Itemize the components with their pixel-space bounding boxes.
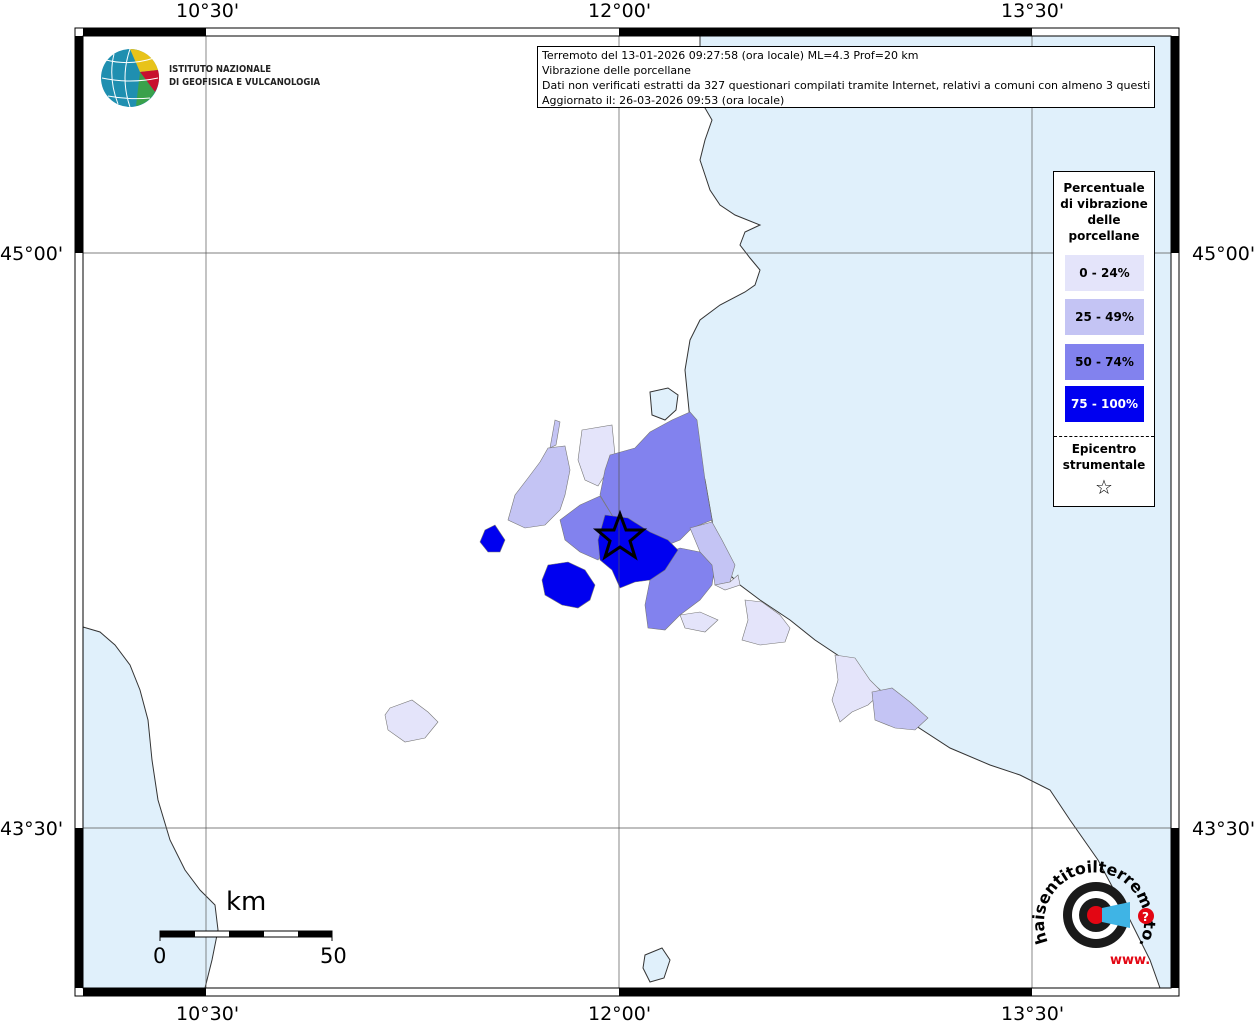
legend: Percentuale di vibrazione delle porcella…	[1053, 171, 1155, 507]
scale-max-label: 50	[320, 944, 347, 968]
lagoon	[649, 387, 679, 421]
y-tick-label: 45°00'	[0, 243, 64, 265]
x-tick-label: 13°30'	[1001, 1003, 1065, 1025]
legend-class: 0 - 24%	[1065, 255, 1144, 291]
y-tick-label: 43°30'	[0, 818, 64, 840]
svg-text:?: ?	[1142, 910, 1149, 924]
legend-class: 50 - 74%	[1065, 344, 1144, 380]
x-tick-label: 10°30'	[176, 0, 240, 22]
update-time: Aggiornato il: 26-03-2026 09:53 (ora loc…	[542, 94, 785, 107]
epicenter-label: Epicentro strumentale	[1062, 442, 1146, 472]
scale-unit: km	[226, 887, 267, 917]
lagoon	[642, 947, 671, 983]
y-tick-label: 45°00'	[1192, 243, 1256, 265]
ingv-logo	[101, 48, 159, 108]
event-line: Terremoto del 13-01-2026 09:27:58 (ora l…	[542, 49, 919, 62]
x-tick-label: 12°00'	[588, 1003, 652, 1025]
map-subject: Vibrazione delle porcellane	[542, 64, 691, 77]
scale-min-label: 0	[153, 944, 167, 968]
x-tick-label: 13°30'	[1001, 0, 1065, 22]
earthquake-info-box: Terremoto del 13-01-2026 09:27:58 (ora l…	[537, 46, 1155, 108]
legend-class: 75 - 100%	[1065, 386, 1144, 422]
hsit-logo: haisentitoilterremoto.it ? www.	[1030, 852, 1159, 968]
data-note: Dati non verificati estratti da 327 ques…	[542, 79, 1150, 92]
x-tick-label: 12°00'	[588, 0, 652, 22]
x-tick-label: 10°30'	[176, 1003, 240, 1025]
svg-text:www.: www.	[1110, 953, 1150, 968]
legend-class: 25 - 49%	[1065, 299, 1144, 335]
legend-title: Percentuale di vibrazione delle porcella…	[1060, 181, 1148, 243]
epicenter-star-icon: ☆	[1095, 475, 1113, 499]
y-tick-label: 43°30'	[1192, 818, 1256, 840]
ingv-name: ISTITUTO NAZIONALE DI GEOFISICA E VULCAN…	[169, 64, 321, 88]
